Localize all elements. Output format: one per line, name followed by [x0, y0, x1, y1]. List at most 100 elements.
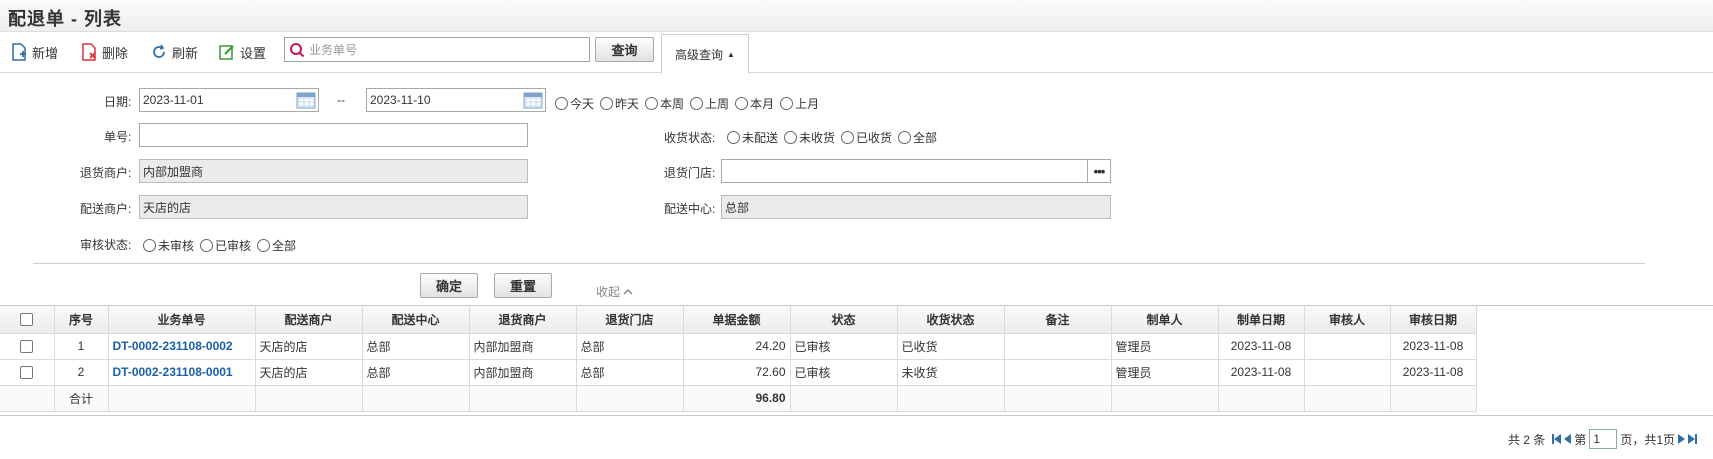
column-header[interactable]: 序号 — [54, 306, 109, 334]
receive-status-cell: 已收货 — [897, 333, 1005, 360]
radio-circle — [841, 131, 855, 144]
advanced-query-tab[interactable]: 高级查询 ▲ — [661, 34, 749, 74]
dispatch-center-cell: 总部 — [362, 359, 470, 386]
doc-number-link[interactable]: DT-0002-231108-0001 — [108, 359, 256, 386]
date-from-value: 2023-11-01 — [143, 93, 204, 107]
dispatch-merchant-cell: 天店的店 — [255, 359, 363, 386]
prev-page-icon[interactable] — [1564, 434, 1572, 444]
column-header[interactable]: 状态 — [790, 306, 898, 334]
amount-cell: 24.20 — [683, 333, 791, 360]
search-input[interactable] — [305, 38, 585, 61]
collapse-toggle[interactable]: 收起 — [596, 283, 633, 300]
column-header[interactable]: 配送商户 — [255, 306, 363, 334]
column-header[interactable]: 退货门店 — [576, 306, 684, 334]
dispatch-merchant-cell: 天店的店 — [255, 333, 363, 360]
grid-header-row: 序号 业务单号 配送商户 配送中心 退货商户 退货门店 单据金额 状态 收货状态… — [0, 306, 1477, 334]
row-checkbox[interactable] — [20, 366, 34, 380]
dispatch-merchant-field: 天店的店 — [139, 195, 528, 219]
table-row[interactable]: 2 DT-0002-231108-0001 天店的店 总部 内部加盟商 总部 7… — [0, 359, 1477, 386]
return-merchant-label: 退货商户: — [80, 166, 132, 180]
receive-status-unreceived[interactable]: 未收货 — [784, 129, 835, 146]
radio-circle — [143, 239, 156, 252]
page-title: 配退单 - 列表 — [8, 9, 122, 29]
audit-status-all[interactable]: 全部 — [257, 237, 296, 254]
last-page-icon[interactable] — [1688, 434, 1697, 444]
column-header[interactable]: 单据金额 — [683, 306, 791, 334]
date-to-field[interactable]: 2023-11-10 — [366, 88, 546, 112]
collapse-label: 收起 — [596, 285, 621, 299]
date-from-field[interactable]: 2023-11-01 — [139, 88, 319, 112]
table-row[interactable]: 1 DT-0002-231108-0002 天店的店 总部 内部加盟商 总部 2… — [0, 333, 1477, 360]
search-box — [284, 37, 590, 62]
amount-cell: 72.60 — [683, 359, 791, 386]
delete-document-icon — [82, 43, 96, 61]
pager: 共 2 条 第 1 页，共1页 — [1508, 429, 1697, 449]
summary-row: 合计 96.80 — [0, 385, 1477, 412]
date-shortcut-last-month[interactable]: 上月 — [780, 95, 819, 112]
radio-circle — [555, 97, 568, 110]
summary-empty-cell — [1218, 385, 1305, 412]
refresh-button[interactable]: 刷新 — [150, 40, 198, 64]
summary-empty-cell — [0, 385, 55, 412]
column-header[interactable]: 制单日期 — [1218, 306, 1305, 334]
doc-number-link[interactable]: DT-0002-231108-0002 — [108, 333, 256, 360]
date-shortcut-this-week[interactable]: 本周 — [645, 95, 684, 112]
calendar-icon[interactable] — [523, 91, 543, 109]
column-header[interactable]: 备注 — [1004, 306, 1112, 334]
return-store-picker-button[interactable]: ••• — [1087, 159, 1111, 183]
remark-cell — [1004, 333, 1112, 360]
confirm-button[interactable]: 确定 — [420, 273, 478, 298]
column-header[interactable]: 业务单号 — [108, 306, 256, 334]
next-page-icon[interactable] — [1678, 434, 1685, 444]
audit-status-unaudited[interactable]: 未审核 — [143, 237, 194, 254]
summary-empty-cell — [469, 385, 577, 412]
page-suffix: 页，共1页 — [1620, 432, 1675, 447]
refresh-icon — [153, 44, 165, 58]
receive-status-received[interactable]: 已收货 — [841, 129, 892, 146]
column-header[interactable]: 配送中心 — [362, 306, 470, 334]
seq-cell: 2 — [54, 359, 109, 386]
select-all-checkbox[interactable] — [20, 313, 34, 327]
return-merchant-cell: 内部加盟商 — [469, 333, 577, 360]
receive-status-all[interactable]: 全部 — [898, 129, 937, 146]
date-shortcut-this-month[interactable]: 本月 — [735, 95, 774, 112]
query-button[interactable]: 查询 — [595, 37, 654, 62]
return-store-input[interactable] — [721, 159, 1088, 183]
creator-cell: 管理员 — [1111, 359, 1219, 386]
summary-empty-cell — [108, 385, 256, 412]
row-checkbox[interactable] — [20, 340, 34, 354]
date-shortcut-last-week[interactable]: 上周 — [690, 95, 729, 112]
column-header[interactable]: 退货商户 — [469, 306, 577, 334]
first-page-icon[interactable] — [1552, 434, 1562, 444]
date-to-value: 2023-11-10 — [370, 93, 431, 107]
number-input[interactable] — [139, 123, 528, 147]
radio-circle — [784, 131, 798, 144]
summary-empty-cell — [1390, 385, 1477, 412]
column-header[interactable]: 审核人 — [1304, 306, 1391, 334]
dispatch-center-label: 配送中心: — [664, 202, 716, 216]
seq-cell: 1 — [54, 333, 109, 360]
date-shortcut-today[interactable]: 今天 — [555, 95, 594, 112]
settings-button[interactable]: 设置 — [218, 40, 266, 64]
date-shortcut-yesterday[interactable]: 昨天 — [600, 95, 639, 112]
creator-cell: 管理员 — [1111, 333, 1219, 360]
delete-button[interactable]: 删除 — [80, 40, 128, 64]
audit-status-audited[interactable]: 已审核 — [200, 237, 251, 254]
receive-status-undelivered[interactable]: 未配送 — [727, 129, 778, 146]
column-header[interactable]: 制单人 — [1111, 306, 1219, 334]
calendar-icon[interactable] — [296, 91, 316, 109]
create-date-cell: 2023-11-08 — [1218, 333, 1305, 360]
column-header[interactable]: 收货状态 — [897, 306, 1005, 334]
page-number-input[interactable]: 1 — [1589, 429, 1618, 449]
column-header[interactable]: 审核日期 — [1390, 306, 1477, 334]
receive-status-label: 收货状态: — [664, 131, 716, 145]
add-button[interactable]: 新增 — [10, 40, 58, 64]
receive-status-group: 未配送 未收货 已收货 全部 — [727, 129, 943, 146]
remark-cell — [1004, 359, 1112, 386]
radio-circle — [690, 97, 704, 110]
summary-empty-cell — [1004, 385, 1112, 412]
reset-button[interactable]: 重置 — [494, 273, 552, 298]
select-all-header — [0, 306, 55, 334]
create-date-cell: 2023-11-08 — [1218, 359, 1305, 386]
return-store-cell: 总部 — [576, 333, 684, 360]
